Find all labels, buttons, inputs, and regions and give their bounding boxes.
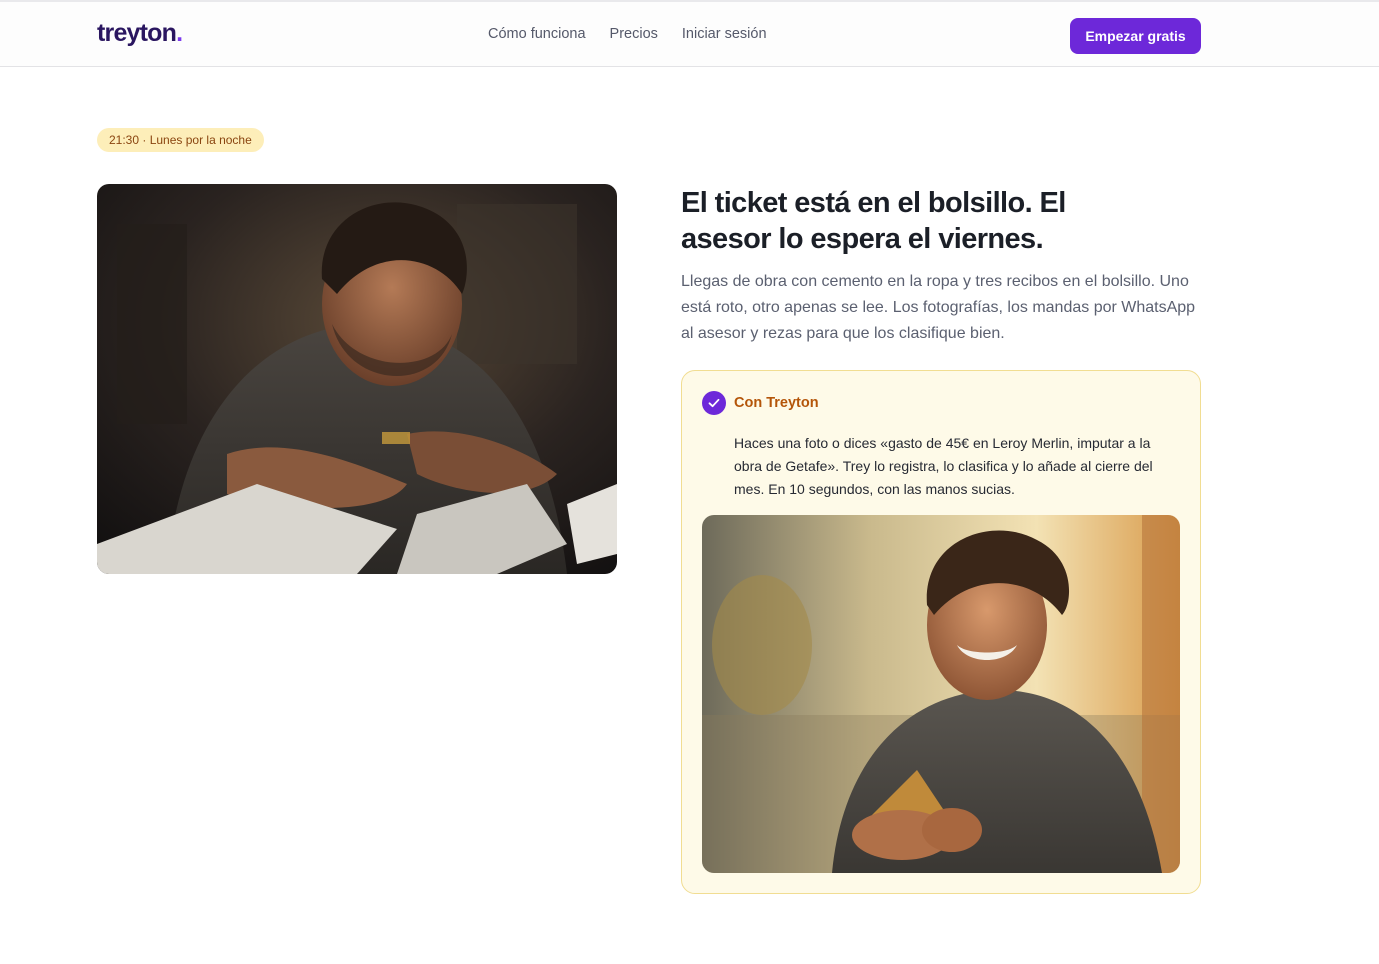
check-circle-icon [702, 391, 726, 415]
logo-text: treyton [97, 19, 177, 47]
solution-card: Con Treyton Haces una foto o dices «gast… [681, 370, 1201, 894]
nav-link-como-funciona[interactable]: Cómo funciona [488, 26, 586, 42]
logo-dot: . [176, 19, 183, 47]
time-badge: 21:30 · Lunes por la noche [97, 128, 264, 152]
logo[interactable]: treyton. [97, 19, 183, 48]
hero-title: El ticket está en el bolsillo. El asesor… [681, 187, 1066, 255]
start-free-button[interactable]: Empezar gratis [1070, 18, 1201, 54]
happy-worker-photo [702, 515, 1180, 873]
tired-worker-photo [97, 184, 617, 574]
hero-description: Llegas de obra con cemento en la ropa y … [681, 273, 1196, 342]
nav-link-iniciar-sesion[interactable]: Iniciar sesión [682, 26, 767, 42]
solution-card-title: Con Treyton [734, 395, 819, 411]
nav-link-precios[interactable]: Precios [610, 26, 658, 42]
solution-card-text: Haces una foto o dices «gasto de 45€ en … [734, 435, 1153, 497]
top-navigation: treyton. Cómo funciona Precios Iniciar s… [0, 0, 1379, 67]
main-nav: Cómo funciona Precios Iniciar sesión [488, 26, 767, 42]
